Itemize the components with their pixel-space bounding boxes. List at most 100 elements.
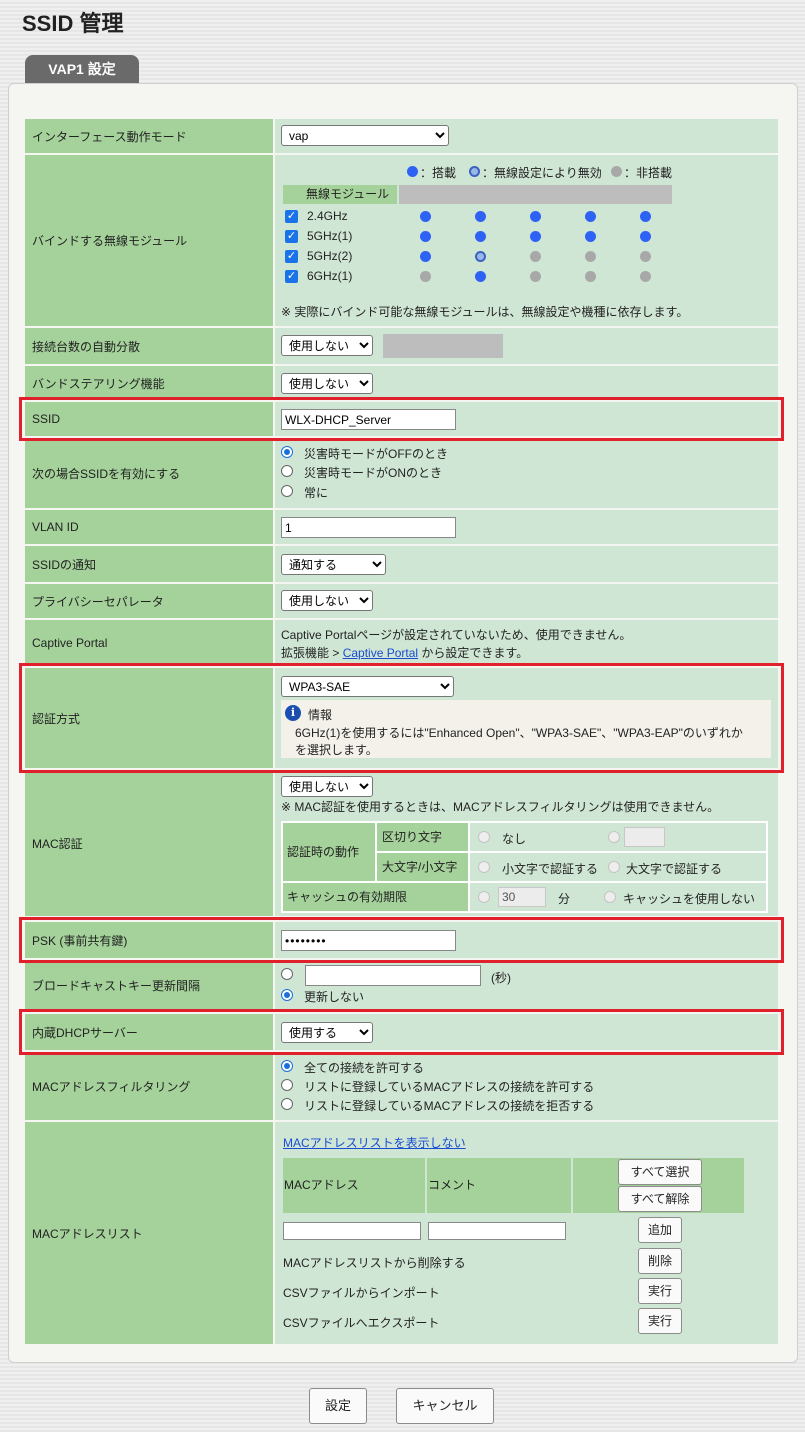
row-label: プライバシーセパレータ (25, 584, 273, 618)
radio-cache-expire[interactable] (478, 891, 490, 903)
radio-always[interactable] (281, 485, 293, 497)
row-broadcast-key-interval: ブロードキャストキー更新間隔 (秒) 更新しない (25, 960, 778, 1010)
vlan-id-input[interactable] (281, 517, 456, 538)
row-band-steering: バンドステアリング機能 使用しない (25, 366, 778, 400)
radio-label: 災害時モードがOFFのとき (304, 447, 448, 461)
module-status-on-icon (475, 231, 486, 242)
row-ssid-notify: SSIDの通知 通知する (25, 546, 778, 582)
radio-filter-deny-list[interactable] (281, 1098, 293, 1110)
module-status-on-icon (640, 231, 651, 242)
radio-label: なし (502, 832, 527, 846)
radio-cache-off[interactable] (604, 891, 616, 903)
module-status-on-icon (585, 211, 596, 222)
export-run-button[interactable]: 実行 (638, 1308, 682, 1334)
module-header: 無線モジュール (303, 185, 397, 204)
row-interface-mode: インターフェース動作モード vap (25, 119, 778, 153)
module-status-on-icon (420, 211, 431, 222)
import-run-button[interactable]: 実行 (638, 1278, 682, 1304)
radio-delimiter-none[interactable] (478, 831, 490, 843)
action-header: 認証時の動作 (283, 823, 375, 881)
row-label: 次の場合SSIDを有効にする (25, 438, 273, 508)
highlight-dhcp (19, 1009, 784, 1055)
col-comment-header: コメント (427, 1158, 571, 1213)
radio-disaster-off[interactable] (281, 446, 293, 458)
radio-filter-allow-list[interactable] (281, 1079, 293, 1091)
clear-all-button[interactable]: すべて解除 (618, 1186, 702, 1212)
tab-vap1-settings[interactable]: VAP1 設定 (25, 55, 139, 83)
mac-auth-note: ※ MAC認証を使用するときは、MACアドレスフィルタリングは使用できません。 (281, 800, 720, 814)
legend-disabled-icon (469, 166, 480, 177)
radio-interval-custom[interactable] (281, 968, 293, 980)
row-label: MACアドレスリスト (25, 1122, 273, 1344)
row-privacy-separator: プライバシーセパレータ 使用しない (25, 584, 778, 618)
cancel-button[interactable]: キャンセル (396, 1388, 494, 1424)
module-checkbox[interactable]: ✓ (285, 210, 298, 223)
row-auto-balance: 接続台数の自動分散 使用しない (25, 328, 778, 364)
module-name: 5GHz(1) (307, 229, 353, 243)
radio-label: 更新しない (304, 990, 365, 1004)
interval-unit: (秒) (491, 971, 511, 985)
module-checkbox[interactable]: ✓ (285, 270, 298, 283)
import-label: CSVファイルからインポート (283, 1286, 440, 1300)
band-steering-select[interactable]: 使用しない (281, 373, 373, 394)
new-comment-input[interactable] (428, 1222, 566, 1240)
row-enable-when: 次の場合SSIDを有効にする 災害時モードがOFFのとき 災害時モードがONのと… (25, 438, 778, 508)
captive-message: Captive Portalページが設定されていないため、使用できません。 (281, 628, 632, 642)
new-mac-input[interactable] (283, 1222, 421, 1240)
bind-note: ※ 実際にバインド可能な無線モジュールは、無線設定や機種に依存します。 (281, 305, 689, 319)
mac-auth-options-table: 認証時の動作 区切り文字 なし 大文字/小文字 小文字で認証する 大文字で認証す… (281, 821, 768, 913)
captive-portal-link[interactable]: Captive Portal (343, 646, 418, 660)
ssid-notify-select[interactable]: 通知する (281, 554, 386, 575)
auto-balance-select[interactable]: 使用しない (281, 335, 373, 356)
highlight-ssid (19, 397, 784, 441)
interface-mode-select[interactable]: vap (281, 125, 449, 146)
radio-label: 災害時モードがONのとき (304, 466, 443, 480)
module-checkbox[interactable]: ✓ (285, 230, 298, 243)
radio-label: 常に (304, 486, 329, 500)
radio-filter-allow-all[interactable] (281, 1060, 293, 1072)
module-status-on-icon (420, 251, 431, 262)
module-status-disabled-icon (475, 251, 486, 262)
row-captive-portal: Captive Portal Captive Portalページが設定されていな… (25, 620, 778, 666)
case-header: 大文字/小文字 (377, 853, 468, 881)
legend-off-label: ：非搭載 (624, 166, 673, 180)
module-checkbox[interactable]: ✓ (285, 250, 298, 263)
row-label: バンドステアリング機能 (25, 366, 273, 400)
row-label: MACアドレスフィルタリング (25, 1052, 273, 1120)
broadcast-interval-input[interactable] (305, 965, 481, 986)
module-status-on-icon (475, 271, 486, 282)
row-label: MAC認証 (25, 770, 273, 916)
row-mac-filter: MACアドレスフィルタリング 全ての接続を許可する リストに登録しているMACア… (25, 1052, 778, 1120)
legend-on-icon (407, 166, 418, 177)
delete-button[interactable]: 削除 (638, 1248, 682, 1274)
add-button[interactable]: 追加 (638, 1217, 682, 1243)
legend-disabled-label: ：無線設定により無効 (482, 166, 602, 180)
radio-case-lower[interactable] (478, 861, 490, 873)
module-status-off-icon (585, 271, 596, 282)
select-all-button[interactable]: すべて選択 (618, 1159, 702, 1185)
row-label: SSIDの通知 (25, 546, 273, 582)
row-label: ブロードキャストキー更新間隔 (25, 960, 273, 1010)
radio-interval-never[interactable] (281, 989, 293, 1001)
module-name: 2.4GHz (307, 209, 348, 223)
privacy-separator-select[interactable]: 使用しない (281, 590, 373, 611)
radio-disaster-on[interactable] (281, 465, 293, 477)
mac-auth-select[interactable]: 使用しない (281, 776, 373, 797)
module-status-off-icon (640, 251, 651, 262)
row-mac-auth: MAC認証 使用しない ※ MAC認証を使用するときは、MACアドレスフィルタリ… (25, 770, 778, 916)
radio-label: リストに登録しているMACアドレスの接続を許可する (304, 1080, 595, 1094)
row-bind-modules: バインドする無線モジュール ：搭載 ：無線設定により無効 ：非搭載 無線モジュー… (25, 155, 778, 326)
module-status-off-icon (530, 251, 541, 262)
submit-button[interactable]: 設定 (309, 1388, 367, 1424)
module-status-on-icon (475, 211, 486, 222)
captive-hint: 拡張機能 > Captive Portal から設定できます。 (281, 646, 529, 660)
cache-expire-input[interactable] (498, 887, 546, 907)
delimiter-input[interactable] (624, 827, 665, 847)
module-name: 6GHz(1) (307, 269, 353, 283)
radio-delimiter-custom[interactable] (608, 831, 620, 843)
module-status-on-icon (585, 231, 596, 242)
row-vlan-id: VLAN ID (25, 510, 778, 544)
module-status-on-icon (420, 231, 431, 242)
toggle-mac-list-link[interactable]: MACアドレスリストを表示しない (283, 1134, 466, 1151)
radio-case-upper[interactable] (608, 861, 620, 873)
